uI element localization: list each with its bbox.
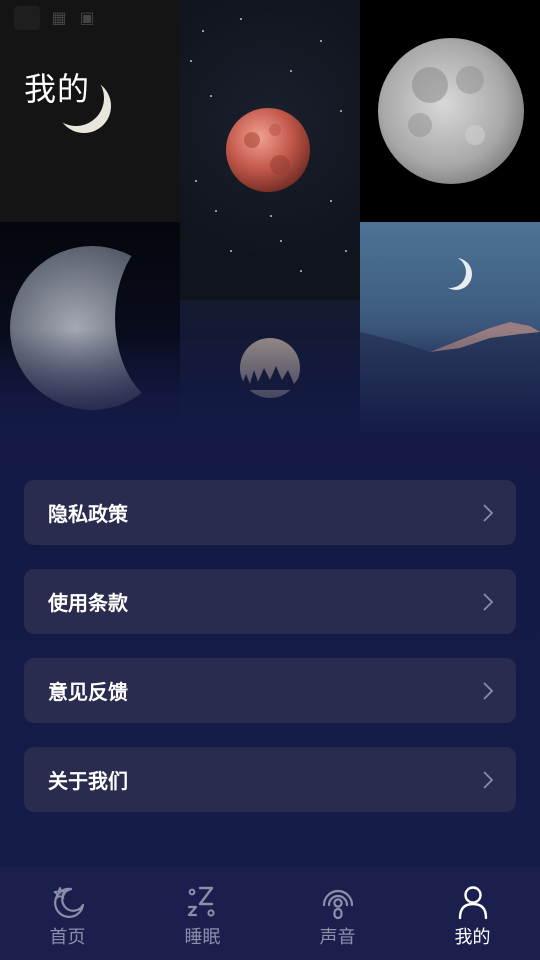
menu-item-label: 意见反馈 bbox=[48, 680, 128, 704]
status-bar: ▦ ▣ bbox=[14, 6, 96, 30]
profile-screen: ▦ ▣ 我的 隐私政策 使用条款 意见反馈 关于我们 首页 睡眠 声音 我的 bbox=[0, 0, 540, 960]
status-app-icon bbox=[14, 6, 40, 30]
tab-label: 首页 bbox=[49, 927, 86, 948]
bottom-tab-bar: 首页 睡眠 声音 我的 bbox=[0, 867, 540, 960]
tab-label: 睡眠 bbox=[184, 927, 221, 948]
tab-home[interactable]: 首页 bbox=[0, 867, 135, 960]
collage-fade bbox=[0, 330, 540, 440]
menu-item-about-us[interactable]: 关于我们 bbox=[24, 747, 516, 812]
page-title: 我的 bbox=[24, 70, 91, 108]
crescent-moon-photo bbox=[0, 0, 180, 222]
full-moon-photo bbox=[360, 0, 540, 222]
chevron-right-icon bbox=[483, 681, 494, 700]
status-grid-icon: ▦ bbox=[51, 8, 67, 27]
tab-label: 声音 bbox=[319, 927, 356, 948]
menu-item-label: 隐私政策 bbox=[48, 502, 128, 526]
sound-wave-icon bbox=[322, 889, 353, 920]
menu-item-terms-of-use[interactable]: 使用条款 bbox=[24, 569, 516, 634]
menu-item-label: 使用条款 bbox=[48, 591, 128, 615]
menu-item-label: 关于我们 bbox=[48, 769, 128, 793]
tab-sleep[interactable]: 睡眠 bbox=[135, 867, 270, 960]
menu-item-privacy-policy[interactable]: 隐私政策 bbox=[24, 480, 516, 545]
chevron-right-icon bbox=[483, 503, 494, 522]
moon-star-icon bbox=[53, 887, 84, 918]
tab-sound[interactable]: 声音 bbox=[270, 867, 405, 960]
chevron-right-icon bbox=[483, 770, 494, 789]
tab-profile[interactable]: 我的 bbox=[405, 867, 540, 960]
menu-item-feedback[interactable]: 意见反馈 bbox=[24, 658, 516, 723]
settings-menu: 隐私政策 使用条款 意见反馈 关于我们 bbox=[24, 480, 516, 836]
tab-label: 我的 bbox=[454, 927, 491, 948]
status-square-icon: ▣ bbox=[79, 8, 95, 27]
chevron-right-icon bbox=[483, 592, 494, 611]
sleep-z-icon bbox=[187, 886, 215, 917]
blood-moon-photo bbox=[180, 0, 360, 300]
person-icon bbox=[458, 886, 487, 920]
